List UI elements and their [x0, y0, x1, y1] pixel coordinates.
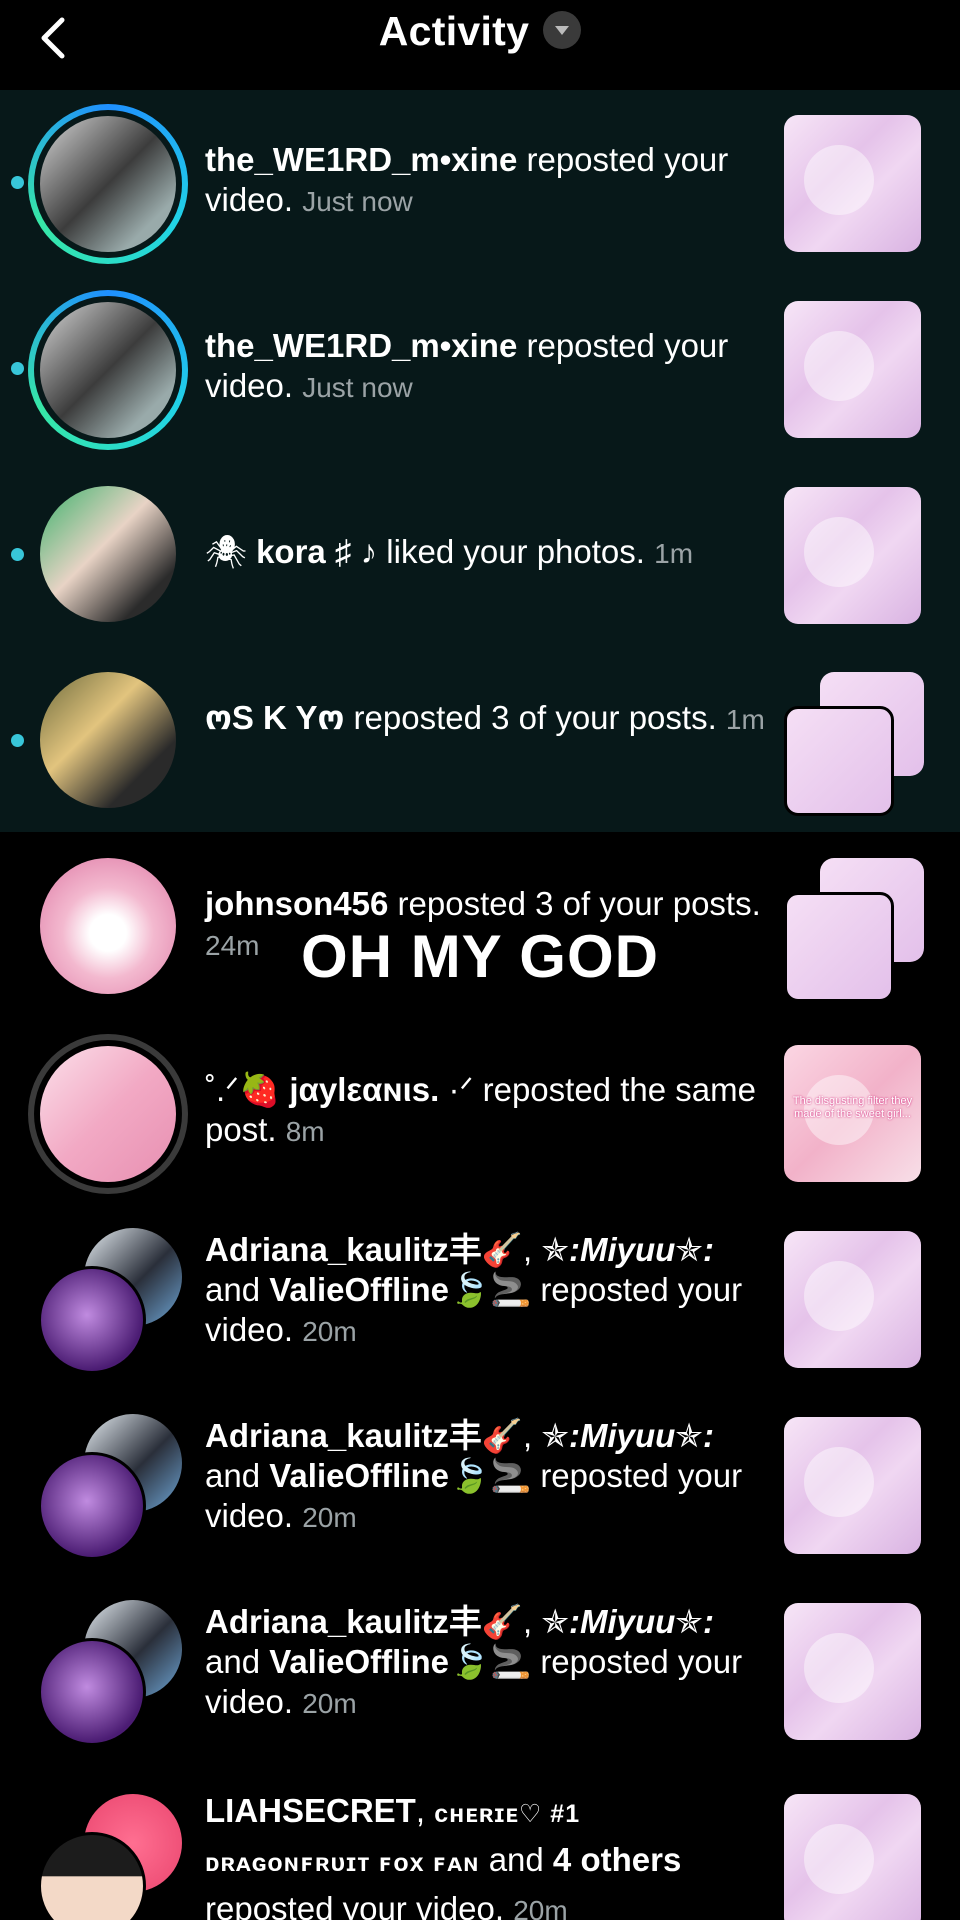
- avatar[interactable]: [38, 1638, 146, 1746]
- username[interactable]: jαylεαɴιs.: [289, 1071, 439, 1108]
- timestamp: 8m: [285, 1116, 325, 1147]
- notification-row[interactable]: 🕷 kora ♯ ♪ liked your photos. 1m: [0, 462, 960, 648]
- separator: ,: [415, 1792, 435, 1829]
- notification-row[interactable]: the_WE1RD_m•xine reposted your video. Ju…: [0, 276, 960, 462]
- timestamp: 20m: [302, 1316, 357, 1347]
- notification-text: the_WE1RD_m•xine reposted your video. Ju…: [205, 140, 765, 222]
- avatar[interactable]: [38, 1266, 146, 1374]
- others-count[interactable]: 4 others: [553, 1841, 681, 1878]
- notification-text: the_WE1RD_m•xine reposted your video. Ju…: [205, 326, 765, 408]
- notification-row[interactable]: Adriana_kaulitz丰🎸, ✯:Miyuu✯: and ValieOf…: [0, 1578, 960, 1764]
- notification-row[interactable]: the_WE1RD_m•xine reposted your video. Ju…: [0, 90, 960, 276]
- post-thumbnail[interactable]: [784, 301, 921, 438]
- avatar[interactable]: [40, 672, 176, 808]
- timestamp: 1m: [654, 538, 694, 569]
- timestamp: Just now: [302, 186, 413, 217]
- username[interactable]: LIAHSECRET: [205, 1792, 416, 1829]
- username[interactable]: Adriana_kaulitz丰🎸: [205, 1231, 523, 1268]
- unread-dot: [11, 548, 24, 561]
- grouped-avatars[interactable]: [38, 1794, 188, 1920]
- notification-row[interactable]: LIAHSECRET, ᴄʜᴇʀɪᴇ♡ #1 ᴅʀᴀɢᴏɴꜰʀᴜɪᴛ ꜰᴏx ꜰ…: [0, 1764, 960, 1920]
- avatar[interactable]: [40, 1046, 176, 1182]
- post-thumbnail[interactable]: [784, 1417, 921, 1554]
- username[interactable]: ✯:Miyuu✯:: [541, 1231, 714, 1268]
- connector: and: [205, 1643, 261, 1680]
- username-prefix: ˚.ᐟ🍓: [205, 1071, 281, 1108]
- dropdown-caret-icon[interactable]: [543, 11, 582, 50]
- username-prefix: 🕷: [205, 533, 247, 570]
- post-thumbnail[interactable]: [784, 1794, 921, 1920]
- notification-row[interactable]: Adriana_kaulitz丰🎸, ✯:Miyuu✯: and ValieOf…: [0, 1206, 960, 1392]
- thumbnail-caption: The disgusting filter they made of the s…: [792, 1095, 913, 1120]
- username[interactable]: ✯:Miyuu✯:: [541, 1417, 714, 1454]
- notification-text: Adriana_kaulitz丰🎸, ✯:Miyuu✯: and ValieOf…: [205, 1230, 765, 1352]
- username[interactable]: kora ♯ ♪: [256, 533, 377, 570]
- activity-filter-dropdown[interactable]: Activity: [0, 8, 960, 55]
- story-ring[interactable]: [28, 1034, 188, 1194]
- username[interactable]: ✯:Miyuu✯:: [541, 1603, 714, 1640]
- post-thumbnail[interactable]: [784, 115, 921, 252]
- post-thumbnail[interactable]: [784, 1603, 921, 1740]
- avatar[interactable]: [40, 302, 176, 438]
- connector: and: [205, 1271, 261, 1308]
- username[interactable]: ValieOffline🍃🚬: [269, 1457, 531, 1494]
- notification-text: Adriana_kaulitz丰🎸, ✯:Miyuu✯: and ValieOf…: [205, 1416, 765, 1538]
- username-suffix: ·ᐟ: [448, 1071, 474, 1108]
- username[interactable]: Adriana_kaulitz丰🎸: [205, 1603, 523, 1640]
- username[interactable]: Adriana_kaulitz丰🎸: [205, 1417, 523, 1454]
- username[interactable]: ValieOffline🍃🚬: [269, 1643, 531, 1680]
- unread-dot: [11, 362, 24, 375]
- notification-text: ˚.ᐟ🍓 jαylεαɴιs. ·ᐟ reposted the same pos…: [205, 1070, 765, 1152]
- unread-dot: [11, 176, 24, 189]
- action-text: reposted 3 of your posts.: [353, 699, 717, 736]
- connector: and: [205, 1457, 261, 1494]
- post-thumbnail[interactable]: [784, 487, 921, 624]
- notification-text: LIAHSECRET, ᴄʜᴇʀɪᴇ♡ #1 ᴅʀᴀɢᴏɴꜰʀᴜɪᴛ ꜰᴏx ꜰ…: [205, 1788, 765, 1920]
- unread-dot: [11, 734, 24, 747]
- notification-row[interactable]: Adriana_kaulitz丰🎸, ✯:Miyuu✯: and ValieOf…: [0, 1392, 960, 1578]
- story-ring[interactable]: [28, 290, 188, 450]
- notification-text: ოS K Yო reposted 3 of your posts. 1m: [205, 698, 765, 740]
- post-thumbnail[interactable]: [784, 1231, 921, 1368]
- top-bar: Activity: [0, 0, 960, 90]
- username[interactable]: ᴅʀᴀɢᴏɴꜰʀᴜɪᴛ ꜰᴏx ꜰᴀɴ: [205, 1849, 480, 1877]
- action-text: reposted your video.: [205, 1890, 505, 1920]
- timestamp: 1m: [725, 704, 765, 735]
- separator: ,: [523, 1603, 542, 1640]
- username[interactable]: johnson456: [205, 885, 388, 922]
- avatar[interactable]: [40, 116, 176, 252]
- story-ring[interactable]: [28, 104, 188, 264]
- timestamp: 20m: [302, 1688, 357, 1719]
- timestamp: Just now: [302, 372, 413, 403]
- notification-text: Adriana_kaulitz丰🎸, ✯:Miyuu✯: and ValieOf…: [205, 1602, 765, 1724]
- avatar[interactable]: [40, 486, 176, 622]
- post-thumbnail[interactable]: The disgusting filter they made of the s…: [784, 1045, 921, 1182]
- notification-row[interactable]: ოS K Yო reposted 3 of your posts. 1m: [0, 648, 960, 834]
- separator: ,: [523, 1417, 542, 1454]
- grouped-avatars[interactable]: [38, 1228, 188, 1378]
- username[interactable]: the_WE1RD_m•xine: [205, 327, 517, 364]
- timestamp: 20m: [302, 1502, 357, 1533]
- grouped-avatars[interactable]: [38, 1414, 188, 1564]
- action-text: liked your photos.: [386, 533, 645, 570]
- action-text: reposted 3 of your posts.: [397, 885, 761, 922]
- username[interactable]: ოS K Yო: [205, 699, 344, 736]
- notification-text: 🕷 kora ♯ ♪ liked your photos. 1m: [205, 532, 765, 574]
- username[interactable]: ᴄʜᴇʀɪᴇ♡ #1: [434, 1800, 580, 1828]
- timestamp: 20m: [513, 1895, 568, 1920]
- connector: and: [488, 1841, 544, 1878]
- video-caption-overlay: OH MY GOD: [301, 923, 659, 990]
- avatar[interactable]: [38, 1452, 146, 1560]
- notification-row[interactable]: ˚.ᐟ🍓 jαylεαɴιs. ·ᐟ reposted the same pos…: [0, 1020, 960, 1206]
- separator: ,: [523, 1231, 542, 1268]
- username[interactable]: ValieOffline🍃🚬: [269, 1271, 531, 1308]
- grouped-avatars[interactable]: [38, 1600, 188, 1750]
- username[interactable]: the_WE1RD_m•xine: [205, 141, 517, 178]
- page-title: Activity: [378, 8, 530, 54]
- stacked-post-thumbnails[interactable]: [784, 672, 924, 816]
